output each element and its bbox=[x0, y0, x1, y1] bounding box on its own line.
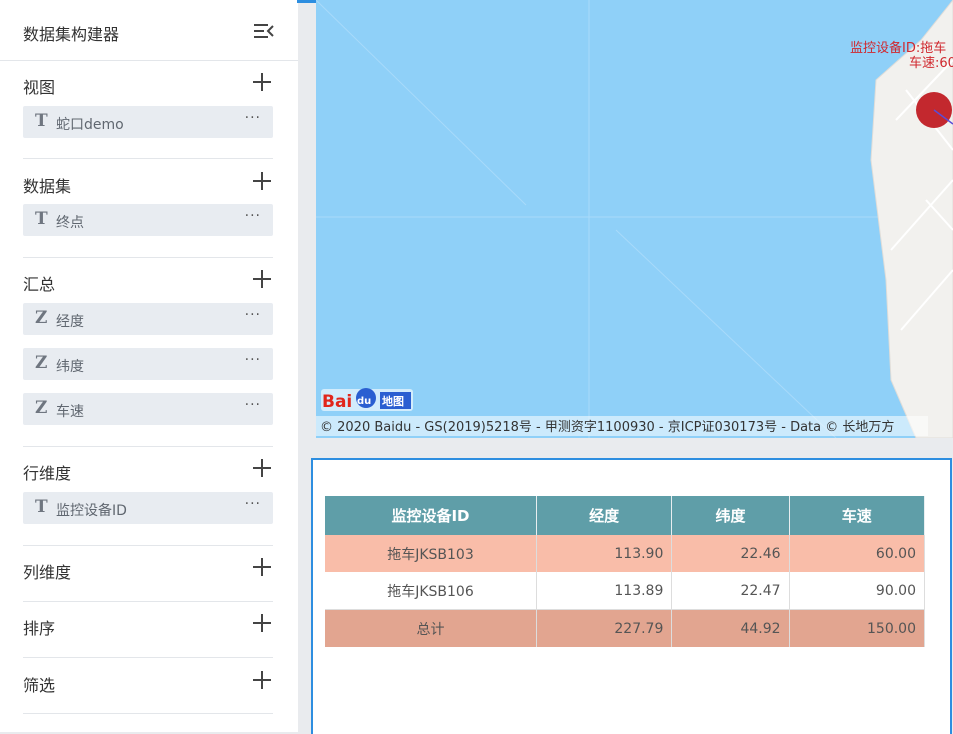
add-view-icon[interactable] bbox=[253, 73, 271, 91]
baidu-logo[interactable]: Bai du 地图 bbox=[321, 388, 413, 412]
text-type-icon: T bbox=[35, 111, 48, 131]
more-icon[interactable]: ··· bbox=[245, 307, 261, 323]
column-dimension-title: 列维度 bbox=[23, 563, 72, 582]
total-longitude: 227.79 bbox=[536, 609, 673, 647]
summary-section-title: 汇总 bbox=[23, 275, 56, 294]
field-name: 监控设备ID bbox=[56, 503, 127, 519]
panel-title: 数据集构建器 bbox=[23, 25, 120, 44]
more-icon[interactable]: ··· bbox=[245, 208, 261, 224]
total-latitude: 44.92 bbox=[671, 609, 790, 647]
svg-text:地图: 地图 bbox=[382, 394, 404, 408]
summary-section: 汇总 Z 经度 ··· Z 纬度 ··· Z 车速 ··· bbox=[23, 270, 273, 447]
row-dimension-title: 行维度 bbox=[23, 464, 72, 483]
total-label: 总计 bbox=[325, 609, 537, 647]
svg-text:du: du bbox=[357, 396, 371, 407]
marker-label-speed: 车速:60 bbox=[909, 55, 953, 71]
add-column-dimension-icon[interactable] bbox=[253, 558, 271, 576]
baidu-map[interactable]: 监控设备ID:拖车 车速:60 Bai du 地图 © 2020 Baidu -… bbox=[316, 0, 953, 438]
cell-longitude: 113.89 bbox=[536, 572, 673, 610]
table-header-row: 监控设备ID 经度 纬度 车速 bbox=[325, 496, 926, 535]
add-filter-icon[interactable] bbox=[253, 671, 271, 689]
more-icon[interactable]: ··· bbox=[245, 397, 261, 413]
row-dimension-section: 行维度 T 监控设备ID ··· bbox=[23, 459, 273, 546]
svg-text:Bai: Bai bbox=[322, 392, 352, 412]
add-dataset-icon[interactable] bbox=[253, 172, 271, 190]
field-pill[interactable]: Z 车速 ··· bbox=[23, 393, 273, 425]
cell-speed: 90.00 bbox=[789, 572, 926, 610]
column-dimension-section: 列维度 bbox=[23, 558, 273, 602]
dataset-builder-panel: 数据集构建器 视图 T 蛇口demo ··· 数据集 T 终点 ··· 汇总 Z… bbox=[0, 0, 298, 732]
sort-section: 排序 bbox=[23, 614, 273, 658]
field-pill[interactable]: Z 纬度 ··· bbox=[23, 348, 273, 380]
cell-longitude: 113.90 bbox=[536, 535, 673, 572]
column-header[interactable]: 车速 bbox=[789, 496, 926, 535]
map-canvas[interactable]: 监控设备ID:拖车 车速:60 Bai du 地图 © 2020 Baidu -… bbox=[316, 0, 953, 438]
cell-device-id: 拖车JKSB103 bbox=[325, 535, 537, 572]
field-pill[interactable]: T 终点 ··· bbox=[23, 204, 273, 236]
cell-latitude: 22.46 bbox=[671, 535, 790, 572]
text-type-icon: T bbox=[35, 497, 48, 517]
more-icon[interactable]: ··· bbox=[245, 352, 261, 368]
numeric-type-icon: Z bbox=[35, 353, 48, 373]
field-pill[interactable]: T 蛇口demo ··· bbox=[23, 106, 273, 138]
table-total-row: 总计 227.79 44.92 150.00 bbox=[325, 609, 926, 647]
numeric-type-icon: Z bbox=[35, 398, 48, 418]
field-name: 纬度 bbox=[56, 359, 84, 375]
more-icon[interactable]: ··· bbox=[245, 110, 261, 126]
cell-device-id: 拖车JKSB106 bbox=[325, 572, 537, 610]
marker-label: 监控设备ID:拖车 bbox=[850, 40, 946, 56]
add-row-dimension-icon[interactable] bbox=[253, 459, 271, 477]
field-name: 蛇口demo bbox=[56, 117, 124, 133]
view-section: 视图 T 蛇口demo ··· bbox=[23, 73, 273, 159]
total-speed: 150.00 bbox=[789, 609, 926, 647]
map-copyright: © 2020 Baidu - GS(2019)5218号 - 甲测资字11009… bbox=[320, 419, 894, 435]
field-name: 经度 bbox=[56, 314, 84, 330]
collapse-menu-icon[interactable] bbox=[254, 22, 274, 40]
table-row[interactable]: 拖车JKSB103 113.90 22.46 60.00 bbox=[325, 535, 926, 572]
field-pill[interactable]: T 监控设备ID ··· bbox=[23, 492, 273, 524]
more-icon[interactable]: ··· bbox=[245, 496, 261, 512]
field-name: 车速 bbox=[56, 404, 84, 420]
cell-latitude: 22.47 bbox=[671, 572, 790, 610]
filter-section: 筛选 bbox=[23, 671, 273, 714]
field-pill[interactable]: Z 经度 ··· bbox=[23, 303, 273, 335]
panel-header: 数据集构建器 bbox=[0, 0, 298, 61]
column-header[interactable]: 监控设备ID bbox=[325, 496, 537, 535]
sort-title: 排序 bbox=[23, 619, 56, 638]
numeric-type-icon: Z bbox=[35, 308, 48, 328]
summary-table: 监控设备ID 经度 纬度 车速 拖车JKSB103 113.90 22.46 6… bbox=[325, 496, 926, 647]
column-header[interactable]: 纬度 bbox=[671, 496, 790, 535]
view-section-title: 视图 bbox=[23, 78, 56, 97]
summary-table-panel: 监控设备ID 经度 纬度 车速 拖车JKSB103 113.90 22.46 6… bbox=[311, 458, 952, 734]
cell-speed: 60.00 bbox=[789, 535, 926, 572]
dataset-section: 数据集 T 终点 ··· bbox=[23, 172, 273, 258]
add-sort-icon[interactable] bbox=[253, 614, 271, 632]
add-summary-icon[interactable] bbox=[253, 270, 271, 288]
text-type-icon: T bbox=[35, 209, 48, 229]
field-name: 终点 bbox=[56, 215, 84, 231]
dataset-section-title: 数据集 bbox=[23, 177, 72, 196]
filter-title: 筛选 bbox=[23, 676, 56, 695]
column-header[interactable]: 经度 bbox=[536, 496, 673, 535]
table-row[interactable]: 拖车JKSB106 113.89 22.47 90.00 bbox=[325, 572, 926, 610]
